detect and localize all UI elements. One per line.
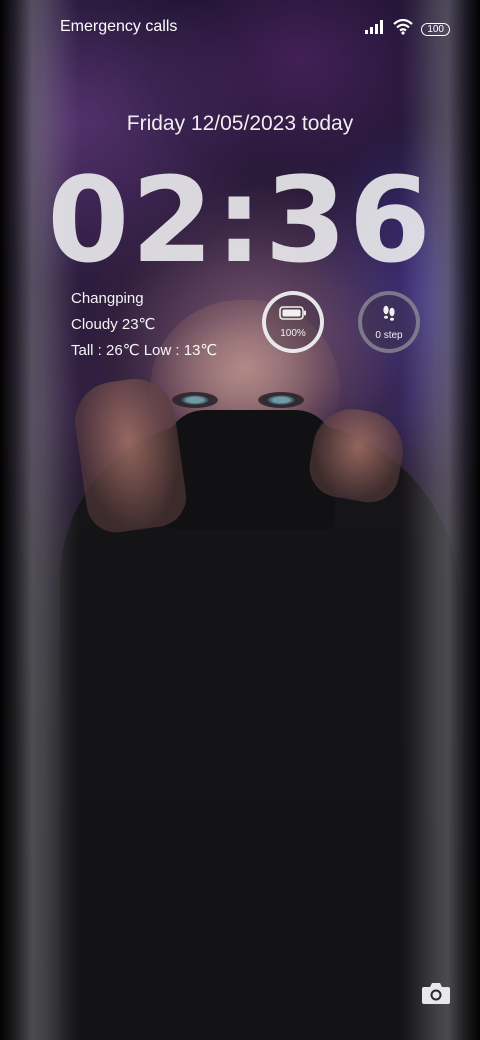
lockscreen-date: Friday 12/05/2023 today bbox=[126, 112, 354, 135]
footsteps-icon bbox=[380, 304, 398, 327]
camera-shortcut-button[interactable] bbox=[418, 980, 454, 1010]
lockscreen-clock[interactable]: 02:36 bbox=[0, 150, 480, 290]
battery-widget[interactable]: 100% bbox=[262, 291, 324, 353]
weather-city: Changping bbox=[71, 290, 144, 307]
weather-condition: Cloudy 23℃ bbox=[71, 316, 156, 333]
battery-icon bbox=[279, 305, 307, 325]
step-widget-label: 0 step bbox=[375, 329, 403, 341]
weather-range: Tall : 26℃ Low : 13℃ bbox=[71, 342, 218, 359]
camera-icon bbox=[421, 981, 451, 1010]
signal-bars-icon bbox=[365, 20, 385, 39]
wallpaper-eye-left bbox=[172, 392, 218, 408]
wifi-icon bbox=[393, 18, 414, 40]
battery-widget-label: 100% bbox=[280, 327, 306, 339]
status-icons: 100 bbox=[365, 18, 450, 40]
status-bar: Emergency calls only 100 bbox=[0, 0, 480, 56]
lock-screen: Emergency calls only 100 bbox=[0, 0, 480, 1040]
step-widget[interactable]: 0 step bbox=[358, 291, 420, 353]
weather-widget[interactable]: Changping Cloudy 23℃ Tall : 26℃ Low : 13… bbox=[71, 286, 217, 364]
carrier-text: Emergency calls only bbox=[60, 18, 180, 35]
battery-status-badge: 100 bbox=[421, 23, 450, 36]
wallpaper-eye-right bbox=[258, 392, 304, 408]
